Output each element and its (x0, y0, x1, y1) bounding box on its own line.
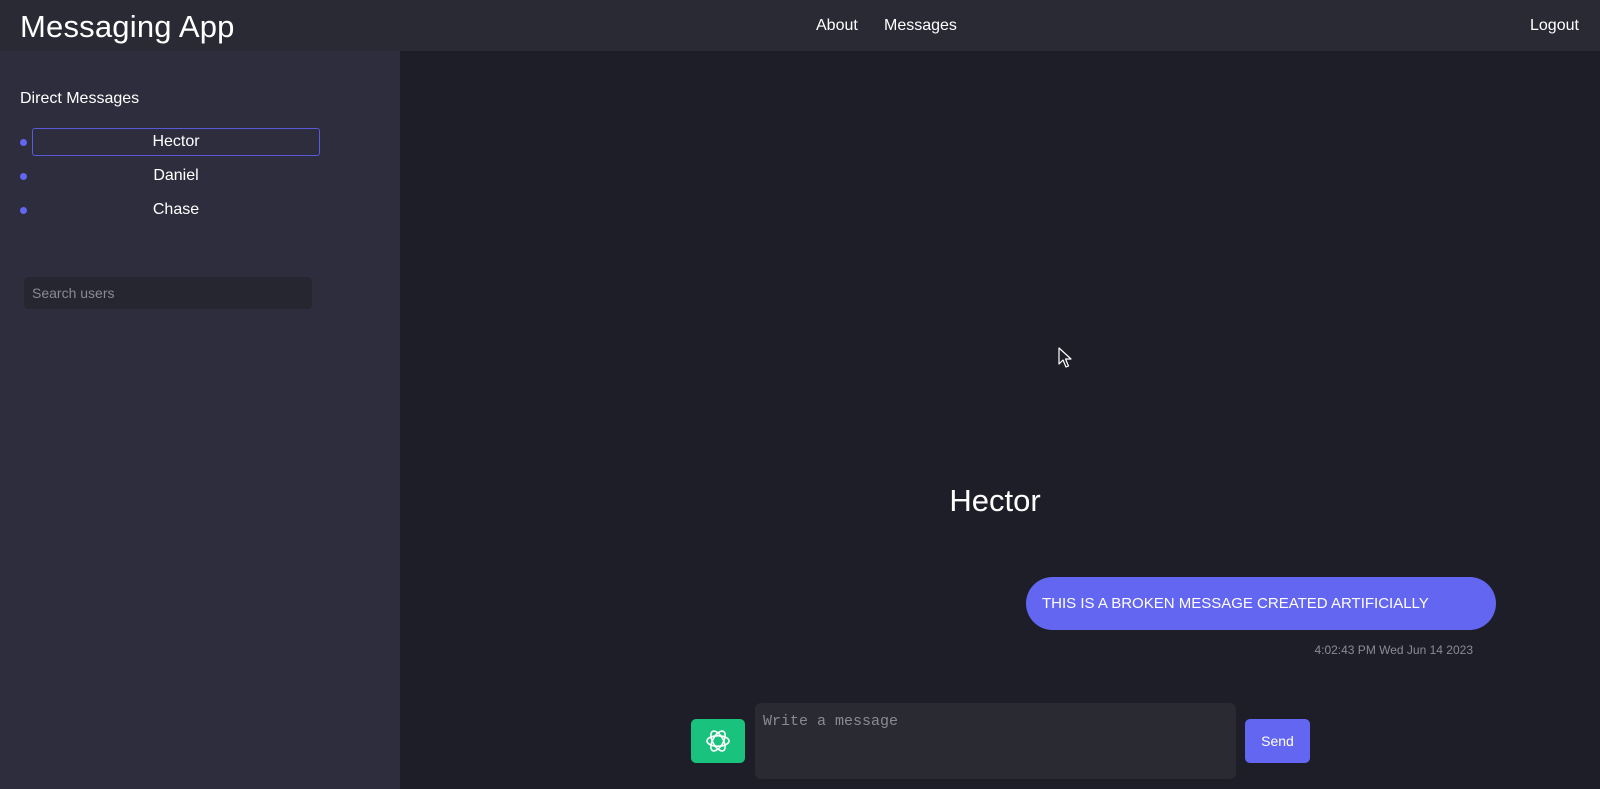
chat-panel: Hector THIS IS A BROKEN MESSAGE CREATED … (400, 51, 1600, 789)
sidebar-title: Direct Messages (20, 90, 140, 107)
user-button-chase[interactable]: Chase (32, 196, 320, 224)
send-button[interactable]: Send (1245, 719, 1310, 763)
message-input[interactable] (755, 703, 1236, 779)
bullet-icon (20, 207, 27, 214)
message-bubble: THIS IS A BROKEN MESSAGE CREATED ARTIFIC… (1026, 577, 1496, 630)
list-item: Chase (0, 196, 400, 224)
user-button-daniel[interactable]: Daniel (32, 162, 320, 190)
list-item: Daniel (0, 162, 400, 190)
search-users-input[interactable] (24, 277, 312, 309)
message-timestamp: 4:02:43 PM Wed Jun 14 2023 (1314, 643, 1473, 657)
openai-icon (706, 730, 730, 752)
list-item: Hector (0, 128, 400, 156)
logout-link[interactable]: Logout (1530, 16, 1579, 36)
user-button-hector[interactable]: Hector (32, 128, 320, 156)
nav-about-link[interactable]: About (816, 16, 858, 36)
chat-title: Hector (949, 483, 1041, 518)
sidebar: Direct Messages Hector Daniel Chase (0, 51, 400, 789)
chatgpt-assistant-button[interactable] (691, 719, 745, 763)
nav-messages-link[interactable]: Messages (884, 16, 957, 36)
mouse-cursor-icon (1058, 347, 1072, 368)
bullet-icon (20, 139, 27, 146)
bullet-icon (20, 173, 27, 180)
app-title: Messaging App (20, 9, 235, 44)
top-navbar: Messaging App About Messages Logout (0, 0, 1600, 51)
